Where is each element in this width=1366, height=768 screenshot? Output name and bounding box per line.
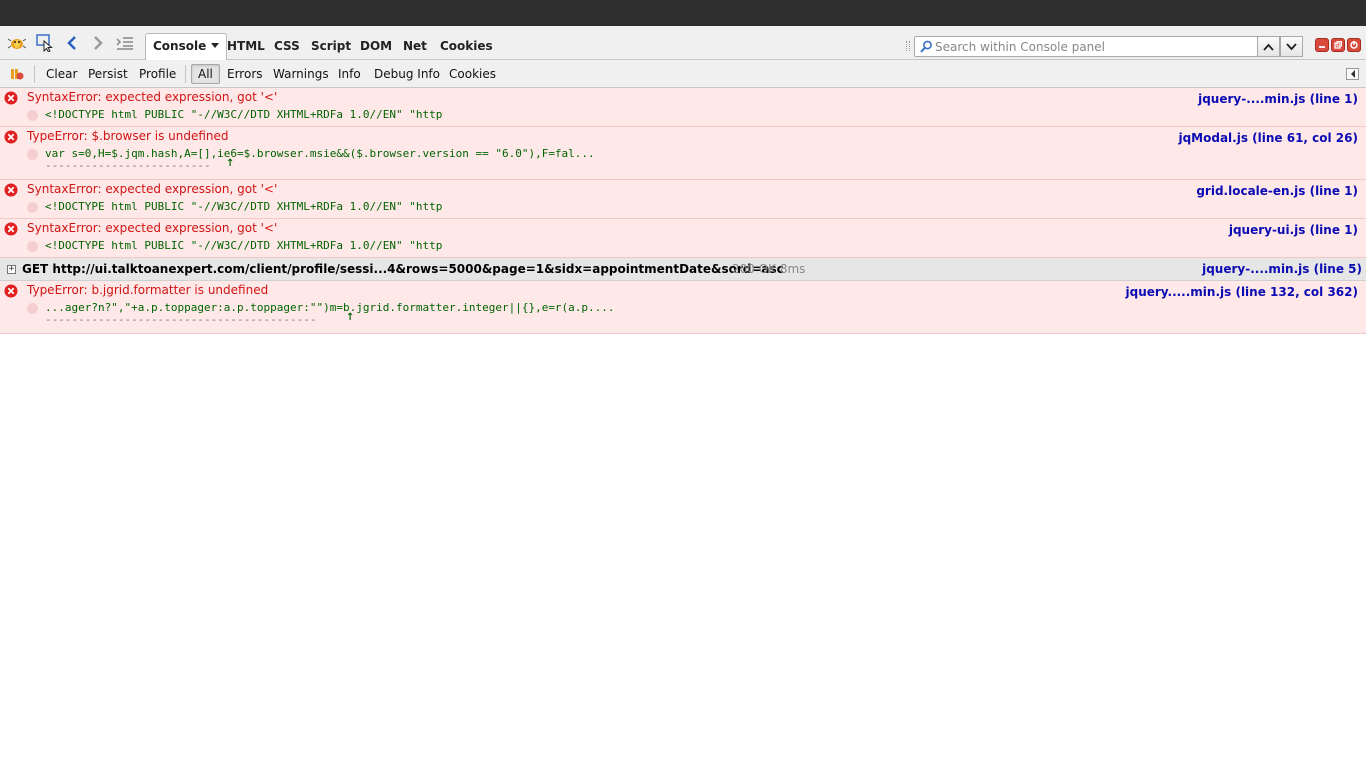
source-link[interactable]: jquery-....min.js (line 5) — [1202, 262, 1362, 276]
source-line: <!DOCTYPE html PUBLIC "-//W3C//DTD XHTML… — [45, 108, 443, 121]
breakpoint-toggle[interactable] — [27, 202, 38, 213]
toolbar-separator — [185, 65, 186, 83]
source-line: <!DOCTYPE html PUBLIC "-//W3C//DTD XHTML… — [45, 200, 443, 213]
back-arrow-icon[interactable] — [63, 34, 81, 52]
detach-button[interactable] — [1331, 38, 1345, 52]
breakpoint-toggle[interactable] — [27, 303, 38, 314]
console-log: SyntaxError: expected expression, got '<… — [0, 88, 1366, 334]
error-position-marker: ------------------------- — [45, 159, 211, 172]
log-entry[interactable]: SyntaxError: expected expression, got '<… — [0, 180, 1366, 219]
tab-cookies[interactable]: Cookies — [436, 35, 497, 57]
breakpoint-toggle[interactable] — [27, 241, 38, 252]
log-entry[interactable]: SyntaxError: expected expression, got '<… — [0, 219, 1366, 258]
error-icon — [4, 222, 18, 236]
firebug-toolbar: Console HTML CSS Script DOM Net Cookies — [0, 26, 1366, 60]
chevron-left-icon — [1350, 70, 1355, 78]
minimize-icon — [1319, 46, 1325, 48]
error-message[interactable]: SyntaxError: expected expression, got '<… — [27, 221, 277, 235]
filter-debug-info-button[interactable]: Debug Info — [374, 66, 440, 84]
chevron-down-icon — [1286, 42, 1297, 50]
source-link[interactable]: grid.locale-en.js (line 1) — [1196, 184, 1358, 198]
inspect-element-icon[interactable] — [36, 34, 54, 52]
expand-toggle-icon[interactable]: + — [7, 265, 16, 274]
source-link[interactable]: jquery-ui.js (line 1) — [1229, 223, 1358, 237]
search-icon — [920, 40, 932, 53]
source-link[interactable]: jqModal.js (line 61, col 26) — [1178, 131, 1358, 145]
chevron-down-icon[interactable] — [211, 43, 220, 48]
request-url[interactable]: GET http://ui.talktoanexpert.com/client/… — [22, 262, 784, 276]
filter-info-button[interactable]: Info — [338, 66, 361, 84]
search-next-button[interactable] — [1280, 36, 1303, 57]
clear-button[interactable]: Clear — [46, 66, 77, 84]
filter-cookies-button[interactable]: Cookies — [449, 66, 496, 84]
source-link[interactable]: jquery-....min.js (line 1) — [1198, 92, 1358, 106]
tab-html[interactable]: HTML — [223, 35, 269, 57]
error-message[interactable]: TypeError: $.browser is undefined — [27, 129, 229, 143]
error-message[interactable]: TypeError: b.jgrid.formatter is undefine… — [27, 283, 268, 297]
detach-window-icon — [1334, 41, 1342, 49]
log-entry[interactable]: TypeError: $.browser is undefined jqModa… — [0, 127, 1366, 180]
close-icon — [1350, 41, 1358, 49]
error-message[interactable]: SyntaxError: expected expression, got '<… — [27, 182, 277, 196]
break-on-errors-icon[interactable] — [8, 65, 26, 83]
search-resize-grip[interactable] — [906, 41, 910, 51]
log-entry[interactable]: TypeError: b.jgrid.formatter is undefine… — [0, 281, 1366, 334]
search-box[interactable] — [914, 36, 1258, 57]
tab-console-label: Console — [153, 39, 207, 53]
forward-arrow-icon[interactable] — [89, 34, 107, 52]
error-caret-icon: ↑ — [226, 158, 235, 169]
error-position-marker: ----------------------------------------… — [45, 313, 317, 326]
firebug-bug-icon[interactable] — [8, 34, 26, 52]
filter-warnings-button[interactable]: Warnings — [273, 66, 329, 84]
source-link[interactable]: jquery.....min.js (line 132, col 362) — [1125, 285, 1358, 299]
breakpoint-toggle[interactable] — [27, 149, 38, 160]
error-message[interactable]: SyntaxError: expected expression, got '<… — [27, 90, 277, 104]
os-top-bar — [0, 0, 1366, 26]
tab-css[interactable]: CSS — [270, 35, 304, 57]
error-icon — [4, 91, 18, 105]
chevron-up-icon — [1263, 43, 1274, 51]
filter-errors-button[interactable]: Errors — [227, 66, 263, 84]
error-caret-icon: ↑ — [346, 312, 355, 323]
tab-net[interactable]: Net — [399, 35, 431, 57]
close-button[interactable] — [1347, 38, 1361, 52]
tab-console[interactable]: Console — [145, 33, 228, 60]
filter-all-button[interactable]: All — [191, 64, 220, 84]
error-icon — [4, 130, 18, 144]
command-line-icon[interactable] — [116, 34, 134, 52]
breakpoint-toggle[interactable] — [27, 110, 38, 121]
error-icon — [4, 183, 18, 197]
profile-button[interactable]: Profile — [139, 66, 176, 84]
tab-script[interactable]: Script — [307, 35, 355, 57]
request-status: 200 OK 8ms — [732, 262, 806, 276]
console-toolbar: Clear Persist Profile All Errors Warning… — [0, 60, 1366, 88]
minimize-button[interactable] — [1315, 38, 1329, 52]
toolbar-separator — [34, 65, 35, 83]
search-input[interactable] — [935, 38, 1253, 55]
log-entry[interactable]: SyntaxError: expected expression, got '<… — [0, 88, 1366, 127]
error-icon — [4, 284, 18, 298]
persist-button[interactable]: Persist — [88, 66, 128, 84]
source-line: <!DOCTYPE html PUBLIC "-//W3C//DTD XHTML… — [45, 239, 443, 252]
network-request-row[interactable]: + GET http://ui.talktoanexpert.com/clien… — [0, 258, 1366, 281]
search-previous-button[interactable] — [1257, 36, 1280, 57]
tab-dom[interactable]: DOM — [356, 35, 396, 57]
toggle-side-panel-button[interactable] — [1346, 68, 1359, 80]
